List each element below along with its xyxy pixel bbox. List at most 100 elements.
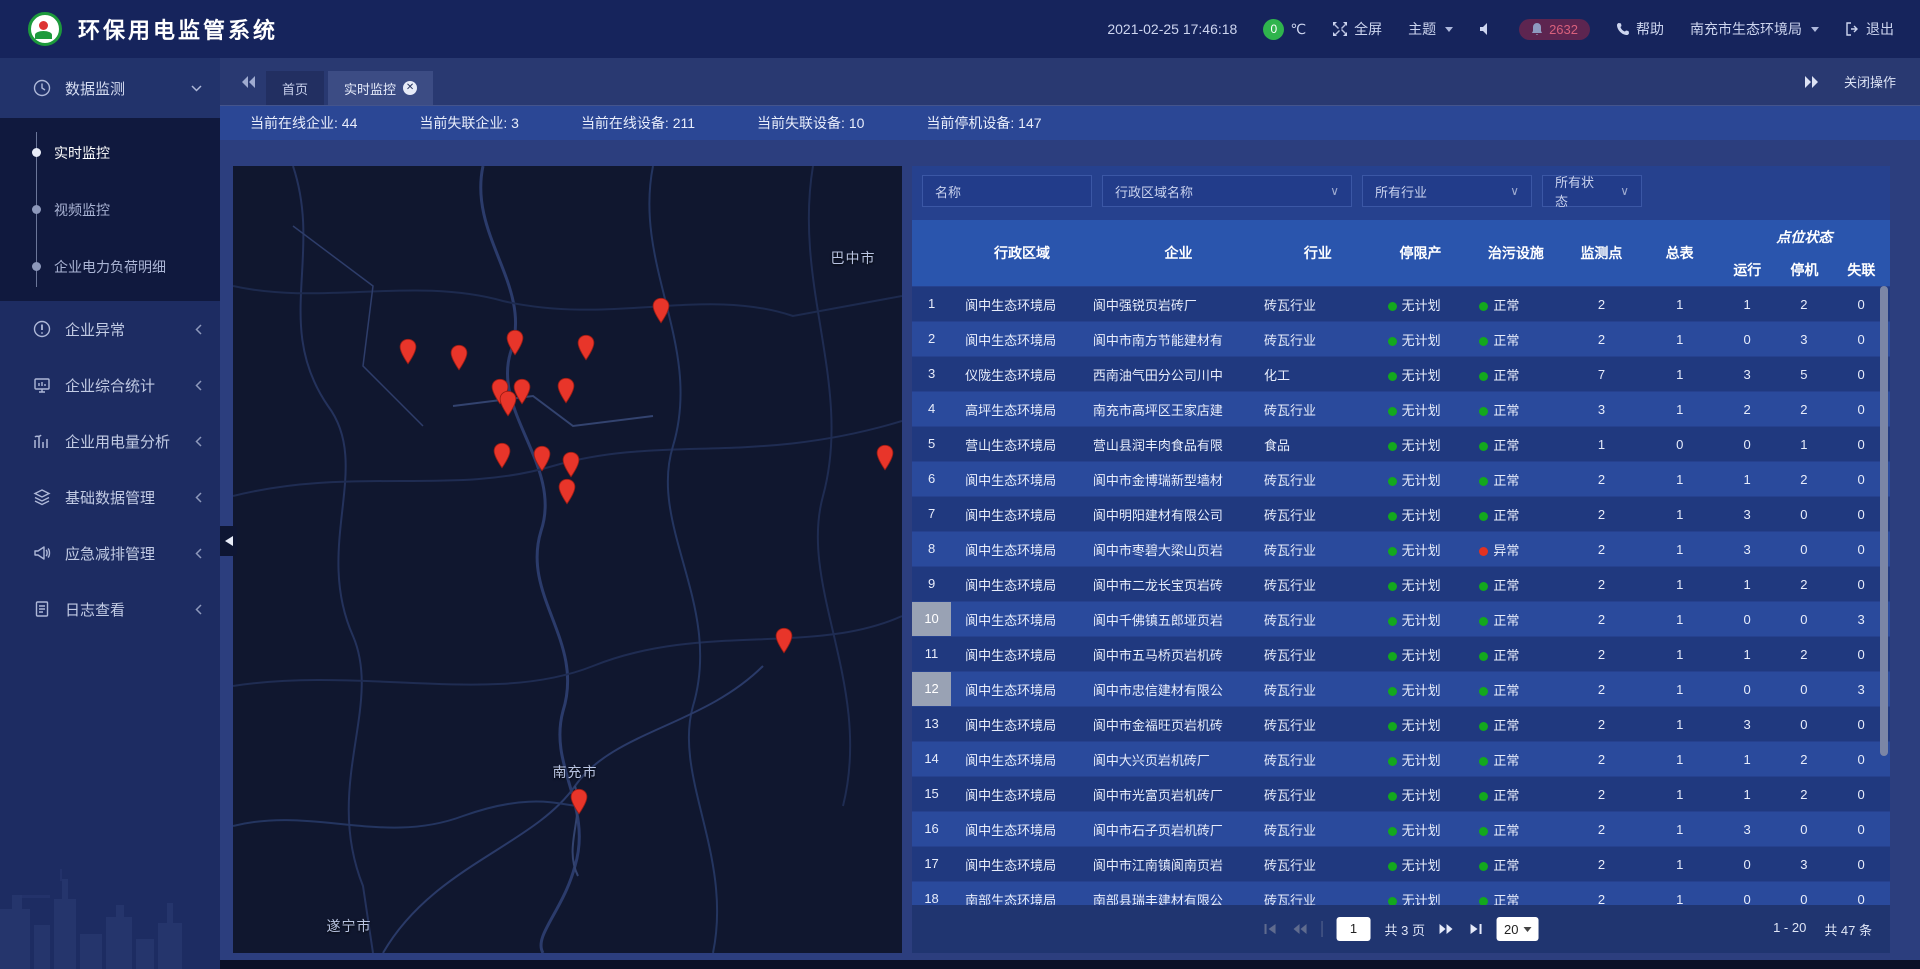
row-index: 12 xyxy=(912,672,951,706)
status-filter-select[interactable]: 所有状态 ∨ xyxy=(1542,175,1642,207)
tabs-scroll-left-button[interactable] xyxy=(242,76,256,88)
name-filter-input[interactable]: 名称 xyxy=(922,175,1092,207)
tab-实时监控[interactable]: 实时监控✕ xyxy=(328,71,433,105)
total-pages-label: 共 3 页 xyxy=(1385,920,1425,939)
row-index: 10 xyxy=(912,602,951,636)
table-row[interactable]: 1阆中生态环境局阆中强锐页岩砖厂砖瓦行业无计划正常21120 xyxy=(912,287,1890,321)
logout-button[interactable]: 退出 xyxy=(1845,19,1894,39)
sidebar-item-企业用电量分析[interactable]: 企业用电量分析 xyxy=(0,413,220,469)
map-pin-icon[interactable] xyxy=(492,442,513,474)
sidebar-subitem-active[interactable]: 实时监控 xyxy=(0,124,220,181)
cell-stop-status: 无计划 xyxy=(1372,855,1470,874)
cell-running-count: 3 xyxy=(1719,822,1776,837)
prev-page-button[interactable] xyxy=(1293,923,1308,935)
status-dot-icon xyxy=(1479,337,1488,346)
table-row[interactable]: 17阆中生态环境局阆中市江南镇阆南页岩砖瓦行业无计划正常21030 xyxy=(912,847,1890,881)
chevron-left-icon xyxy=(195,492,202,503)
help-label: 帮助 xyxy=(1636,19,1664,39)
map-pin-icon[interactable] xyxy=(569,788,590,820)
row-index: 7 xyxy=(912,497,951,531)
tab-首页[interactable]: 首页 xyxy=(266,71,324,105)
tab-close-icon[interactable]: ✕ xyxy=(403,81,417,95)
bullet-icon xyxy=(32,262,41,271)
map-panel[interactable]: 巴中市南充市遂宁市 xyxy=(233,166,902,953)
table-row[interactable]: 11阆中生态环境局阆中市五马桥页岩机砖砖瓦行业无计划正常21120 xyxy=(912,637,1890,671)
cell-facility-status: 正常 xyxy=(1469,365,1562,384)
sidebar-item-企业综合统计[interactable]: 企业综合统计 xyxy=(0,357,220,413)
mute-button[interactable] xyxy=(1479,22,1493,36)
sidebar-item-企业异常[interactable]: 企业异常 xyxy=(0,301,220,357)
table-row[interactable]: 18南部生态环境局南部县瑞丰建材有限公砖瓦行业无计划正常21000 xyxy=(912,882,1890,905)
cell-running-count: 0 xyxy=(1719,857,1776,872)
cell-running-count: 2 xyxy=(1719,402,1776,417)
table-row[interactable]: 12阆中生态环境局阆中市忠信建材有限公砖瓦行业无计划正常21003 xyxy=(912,672,1890,706)
map-pin-icon[interactable] xyxy=(651,297,672,329)
fullscreen-button[interactable]: 全屏 xyxy=(1332,19,1382,39)
last-page-button[interactable] xyxy=(1468,923,1483,935)
map-pin-icon[interactable] xyxy=(532,445,553,477)
user-org-dropdown[interactable]: 南充市生态环境局 xyxy=(1690,19,1819,39)
region-filter-select[interactable]: 行政区域名称 ∨ xyxy=(1102,175,1352,207)
map-pin-icon[interactable] xyxy=(512,378,533,410)
notification-badge[interactable]: 2632 xyxy=(1519,19,1590,40)
cell-region: 阆中生态环境局 xyxy=(951,295,1093,314)
table-scrollbar[interactable] xyxy=(1880,286,1888,756)
industry-filter-select[interactable]: 所有行业 ∨ xyxy=(1362,175,1532,207)
table-row[interactable]: 16阆中生态环境局阆中市石子页岩机砖厂砖瓦行业无计划正常21300 xyxy=(912,812,1890,846)
cell-running-count: 1 xyxy=(1719,472,1776,487)
cell-halted-count: 2 xyxy=(1776,402,1833,417)
table-row[interactable]: 3仪陇生态环境局西南油气田分公司川中化工无计划正常71350 xyxy=(912,357,1890,391)
table-row[interactable]: 15阆中生态环境局阆中市光富页岩机砖厂砖瓦行业无计划正常21120 xyxy=(912,777,1890,811)
map-pin-icon[interactable] xyxy=(875,444,896,476)
cell-region: 南部生态环境局 xyxy=(951,890,1093,906)
table-row[interactable]: 2阆中生态环境局阆中市南方节能建材有砖瓦行业无计划正常21030 xyxy=(912,322,1890,356)
table-row[interactable]: 7阆中生态环境局阆中明阳建材有限公司砖瓦行业无计划正常21300 xyxy=(912,497,1890,531)
sidebar-item-日志查看[interactable]: 日志查看 xyxy=(0,581,220,637)
table-row[interactable]: 4高坪生态环境局南充市高坪区王家店建砖瓦行业无计划正常31220 xyxy=(912,392,1890,426)
status-dot-icon xyxy=(1388,407,1397,416)
cell-facility-status: 正常 xyxy=(1469,505,1562,524)
sidebar-item-应急减排管理[interactable]: 应急减排管理 xyxy=(0,525,220,581)
map-pin-icon[interactable] xyxy=(774,627,795,659)
table-row[interactable]: 14阆中生态环境局阆中大兴页岩机砖厂砖瓦行业无计划正常21120 xyxy=(912,742,1890,776)
sidebar-item-基础数据管理[interactable]: 基础数据管理 xyxy=(0,469,220,525)
cell-facility-status: 正常 xyxy=(1469,610,1562,629)
help-button[interactable]: 帮助 xyxy=(1616,19,1664,39)
sidebar-group-data-monitor[interactable]: 数据监测 xyxy=(0,58,220,118)
cell-halted-count: 2 xyxy=(1776,577,1833,592)
stat-当前停机设备: 当前停机设备: 147 xyxy=(926,113,1041,133)
cell-running-count: 0 xyxy=(1719,892,1776,906)
map-pin-icon[interactable] xyxy=(398,338,419,370)
cell-region: 阆中生态环境局 xyxy=(951,715,1093,734)
map-pin-icon[interactable] xyxy=(576,334,597,366)
map-pin-icon[interactable] xyxy=(505,329,526,361)
table-row[interactable]: 10阆中生态环境局阆中千佛镇五郎垭页岩砖瓦行业无计划正常21003 xyxy=(912,602,1890,636)
cell-stop-status: 无计划 xyxy=(1372,890,1470,906)
cell-monitor-count: 7 xyxy=(1562,367,1640,382)
sidebar-subitem-item[interactable]: 企业电力负荷明细 xyxy=(0,238,220,295)
map-pin-icon[interactable] xyxy=(449,344,470,376)
map-pin-icon[interactable] xyxy=(556,377,577,409)
table-row[interactable]: 8阆中生态环境局阆中市枣碧大梁山页岩砖瓦行业无计划异常21300 xyxy=(912,532,1890,566)
tabs-scroll-right-button[interactable] xyxy=(1804,76,1818,88)
next-page-button[interactable] xyxy=(1439,923,1454,935)
cell-monitor-count: 2 xyxy=(1562,472,1640,487)
sidebar-collapse-toggle[interactable] xyxy=(220,526,237,556)
table-row[interactable]: 5营山生态环境局营山县润丰肉食品有限食品无计划正常10010 xyxy=(912,427,1890,461)
row-index: 9 xyxy=(912,567,951,601)
page-size-select[interactable]: 20 xyxy=(1497,917,1538,941)
chevron-left-icon xyxy=(195,604,202,615)
table-row[interactable]: 6阆中生态环境局阆中市金博瑞新型墙材砖瓦行业无计划正常21120 xyxy=(912,462,1890,496)
close-operations-button[interactable]: 关闭操作 xyxy=(1844,72,1896,91)
region-filter-value: 行政区域名称 xyxy=(1115,182,1193,201)
table-row[interactable]: 13阆中生态环境局阆中市金福旺页岩机砖砖瓦行业无计划正常21300 xyxy=(912,707,1890,741)
page-number-input[interactable]: 1 xyxy=(1337,917,1371,941)
sidebar-group-label: 数据监测 xyxy=(65,78,125,99)
table-row[interactable]: 9阆中生态环境局阆中市二龙长宝页岩砖砖瓦行业无计划正常21120 xyxy=(912,567,1890,601)
sidebar-subitem-item[interactable]: 视频监控 xyxy=(0,181,220,238)
cell-industry: 砖瓦行业 xyxy=(1264,540,1372,559)
theme-dropdown[interactable]: 主题 xyxy=(1408,19,1453,39)
first-page-button[interactable] xyxy=(1264,923,1279,935)
cell-facility-status: 正常 xyxy=(1469,715,1562,734)
map-pin-icon[interactable] xyxy=(557,478,578,510)
